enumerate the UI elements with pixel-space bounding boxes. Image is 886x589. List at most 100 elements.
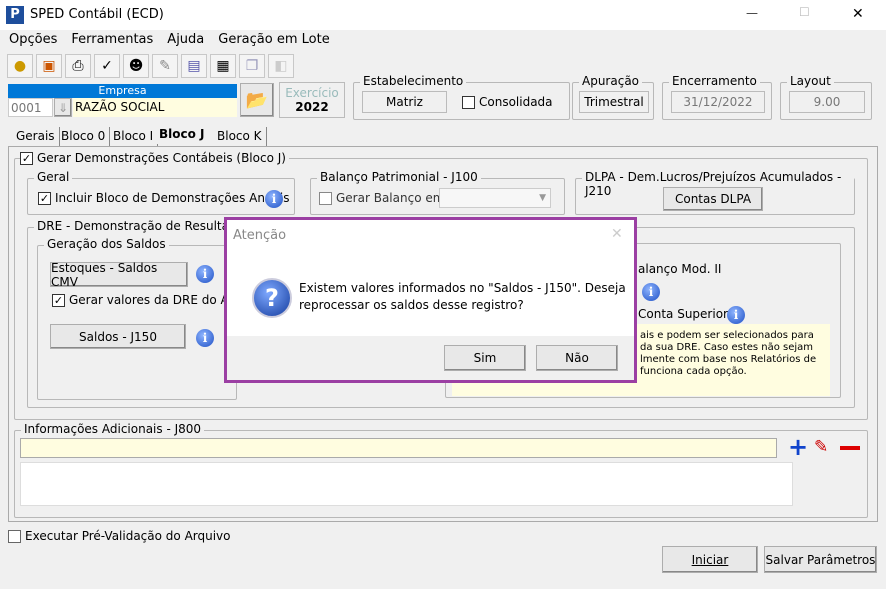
geracao-saldos-group: Geração dos Saldos Estoques - Saldos CMV… bbox=[37, 237, 244, 400]
gerar-balanco-label: Gerar Balanço em bbox=[336, 191, 445, 205]
informacoes-adicionais-label: Informações Adicionais - J800 bbox=[21, 422, 205, 436]
geral-group: Geral ✓ Incluir Bloco de Demonstrações An… bbox=[27, 170, 295, 215]
dre-label: DRE - Demonstração de Resultado - bbox=[34, 219, 256, 233]
tab-bloco-0[interactable]: Bloco 0 bbox=[57, 127, 111, 146]
menu-ajuda[interactable]: Ajuda bbox=[167, 32, 204, 47]
balanco-label: Balanço Patrimonial - J100 bbox=[317, 170, 481, 184]
tab-bloco-i[interactable]: Bloco I bbox=[109, 127, 159, 146]
menu-opcoes[interactable]: Opções bbox=[9, 32, 57, 47]
informacoes-input[interactable] bbox=[20, 438, 777, 458]
layout-group: Layout 9.00 bbox=[780, 74, 872, 120]
gerar-balanco-checkbox[interactable]: Gerar Balanço em bbox=[319, 191, 444, 205]
app-icon: P bbox=[6, 6, 24, 24]
dre-option-conta-superior[interactable]: Conta Superior' bbox=[638, 307, 731, 321]
dre-option-balanco-mod2[interactable]: alanço Mod. II bbox=[638, 262, 721, 276]
encerramento-value: 31/12/2022 bbox=[671, 91, 765, 113]
menu-bar: Opções Ferramentas Ajuda Geração em Lote bbox=[9, 32, 344, 47]
report-icon[interactable]: ▤ bbox=[181, 54, 207, 78]
copy-icon[interactable]: ❐ bbox=[239, 54, 265, 78]
toolbar: ● ▣ ⎙ ✓ ☻ ✎ ▤ ▦ ❐ ◧ bbox=[7, 54, 294, 78]
dialog-message-line: reprocessar os saldos desse registro? bbox=[299, 298, 524, 312]
info-icon[interactable]: i bbox=[727, 306, 745, 324]
menu-ferramentas[interactable]: Ferramentas bbox=[71, 32, 153, 47]
minimize-button[interactable]: — bbox=[746, 6, 758, 20]
checkbox[interactable] bbox=[462, 96, 475, 109]
apuracao-group: Apuração Trimestral bbox=[572, 74, 654, 120]
exercicio-value: 2022 bbox=[295, 100, 329, 114]
maximize-button[interactable]: ☐ bbox=[799, 5, 810, 19]
checkbox[interactable] bbox=[319, 192, 332, 205]
incluir-bloco-checkbox[interactable]: ✓ Incluir Bloco de Demonstrações Anuais bbox=[38, 191, 290, 205]
iniciar-button[interactable]: Iniciar bbox=[662, 546, 758, 573]
connect-icon[interactable]: ● bbox=[7, 54, 33, 78]
layout-label: Layout bbox=[787, 74, 834, 88]
print-icon[interactable]: ⎙ bbox=[65, 54, 91, 78]
empresa-name-input[interactable]: RAZÃO SOCIAL bbox=[73, 98, 237, 117]
encerramento-group: Encerramento 31/12/2022 bbox=[662, 74, 772, 120]
dialog-atencao: Atenção ✕ ? Existem valores informados n… bbox=[224, 217, 637, 383]
menu-geracao-lote[interactable]: Geração em Lote bbox=[218, 32, 329, 47]
checkbox[interactable] bbox=[8, 530, 21, 543]
gerar-valores-checkbox[interactable]: ✓ Gerar valores da DRE do Ano bbox=[52, 293, 244, 307]
note-line: ais e podem ser selecionados para bbox=[640, 330, 814, 341]
checkbox[interactable]: ✓ bbox=[38, 192, 51, 205]
close-button[interactable]: ✕ bbox=[852, 6, 864, 22]
no-button[interactable]: Não bbox=[536, 345, 618, 371]
contas-dlpa-button[interactable]: Contas DLPA bbox=[663, 187, 763, 211]
empresa-code-input[interactable]: 0001 bbox=[8, 98, 53, 117]
estabelecimento-label: Estabelecimento bbox=[360, 74, 467, 88]
dialog-message: Existem valores informados no "Saldos - … bbox=[299, 280, 626, 314]
incluir-label: Incluir Bloco de Demonstrações Anuais bbox=[55, 191, 290, 205]
estabelecimento-group: Estabelecimento Matriz Consolidada bbox=[353, 74, 570, 120]
tab-bloco-j[interactable]: Bloco J bbox=[155, 125, 209, 144]
note-line: da sua DRE. Caso estes não sejam bbox=[640, 342, 814, 353]
tools-icon[interactable]: ✎ bbox=[152, 54, 178, 78]
open-folder-button[interactable]: 📂 bbox=[240, 83, 274, 117]
consolidada-checkbox[interactable]: Consolidada bbox=[462, 95, 553, 109]
executar-pre-validacao-checkbox[interactable]: Executar Pré-Validação do Arquivo bbox=[8, 529, 231, 543]
validate-icon[interactable]: ✓ bbox=[94, 54, 120, 78]
empresa-dropdown-button[interactable]: ⇓ bbox=[54, 98, 72, 117]
window-title: SPED Contábil (ECD) bbox=[30, 7, 164, 22]
balanco-group: Balanço Patrimonial - J100 Gerar Balanço… bbox=[310, 170, 565, 215]
empresa-header: Empresa bbox=[8, 84, 237, 98]
info-icon[interactable]: i bbox=[196, 329, 214, 347]
note-line: funciona cada opção. bbox=[640, 366, 747, 377]
info-icon[interactable]: i bbox=[642, 283, 660, 301]
checkbox[interactable]: ✓ bbox=[52, 294, 65, 307]
note-line: lmente com base nos Relatórios de bbox=[640, 354, 817, 365]
edit-icon[interactable]: ✎ bbox=[814, 437, 828, 457]
salvar-parametros-button[interactable]: Salvar Parâmetros bbox=[764, 546, 877, 573]
saldos-j150-button[interactable]: Saldos - J150 bbox=[50, 324, 186, 349]
estabelecimento-value: Matriz bbox=[362, 91, 447, 113]
user-icon[interactable]: ☻ bbox=[123, 54, 149, 78]
exercicio-box: Exercício 2022 bbox=[279, 82, 345, 118]
apuracao-label: Apuração bbox=[579, 74, 643, 88]
geracao-saldos-label: Geração dos Saldos bbox=[44, 237, 169, 251]
question-icon: ? bbox=[252, 278, 292, 318]
add-icon[interactable]: + bbox=[788, 435, 808, 459]
layout-value: 9.00 bbox=[789, 91, 865, 113]
info-icon[interactable]: i bbox=[196, 265, 214, 283]
tab-bloco-k[interactable]: Bloco K bbox=[213, 127, 267, 146]
disabled-icon: ◧ bbox=[268, 54, 294, 78]
companies-icon[interactable]: ▣ bbox=[36, 54, 62, 78]
info-icon[interactable]: i bbox=[265, 190, 283, 208]
geral-label: Geral bbox=[34, 170, 73, 184]
document-icon[interactable]: ▦ bbox=[210, 54, 236, 78]
apuracao-value: Trimestral bbox=[579, 91, 649, 113]
dialog-message-line: Existem valores informados no "Saldos - … bbox=[299, 281, 626, 295]
informacoes-list[interactable] bbox=[20, 462, 793, 506]
executar-label: Executar Pré-Validação do Arquivo bbox=[25, 529, 231, 543]
remove-icon[interactable] bbox=[840, 446, 860, 450]
tab-gerais[interactable]: Gerais bbox=[12, 127, 60, 146]
dialog-close-button[interactable]: ✕ bbox=[611, 226, 623, 242]
gerar-label: Gerar Demonstrações Contábeis (Bloco J) bbox=[37, 151, 286, 165]
checkbox[interactable]: ✓ bbox=[20, 152, 33, 165]
estoques-button[interactable]: Estoques - Saldos CMV bbox=[50, 261, 188, 289]
gerar-demonstracoes-checkbox[interactable]: ✓ Gerar Demonstrações Contábeis (Bloco J) bbox=[20, 151, 289, 165]
balanco-select[interactable]: ▼ bbox=[439, 188, 551, 208]
yes-button[interactable]: Sim bbox=[444, 345, 526, 371]
encerramento-label: Encerramento bbox=[669, 74, 760, 88]
gerar-valores-label: Gerar valores da DRE do Ano bbox=[69, 293, 244, 307]
